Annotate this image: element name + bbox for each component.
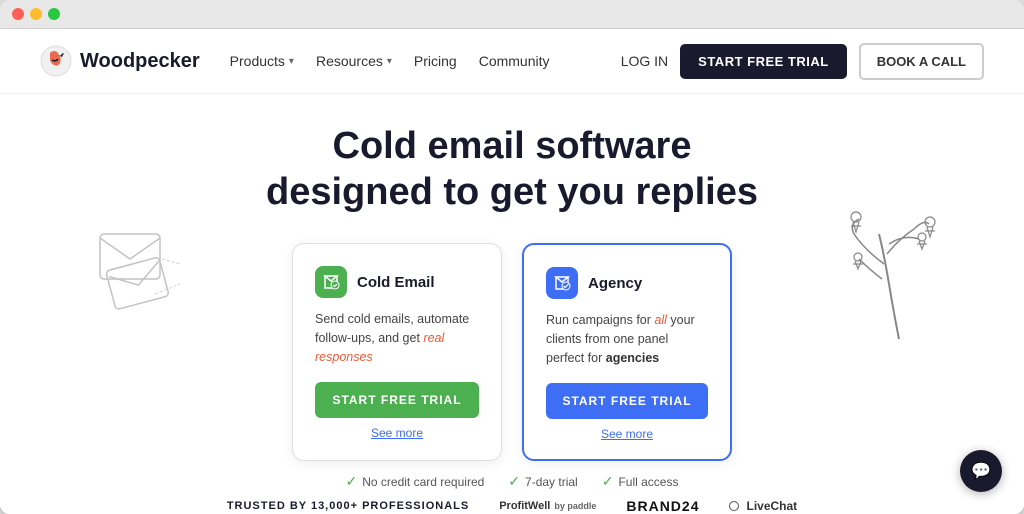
chat-bubble-button[interactable]: 💬 xyxy=(960,450,1002,492)
logo-icon xyxy=(40,45,72,77)
agency-card: Agency Run campaigns for all your client… xyxy=(522,243,732,461)
badge-full-access: ✓ Full access xyxy=(602,473,679,490)
agency-icon xyxy=(546,267,578,299)
chevron-down-icon: ▾ xyxy=(387,56,392,67)
trust-label: TRUSTED BY 13,000+ PROFESSIONALS xyxy=(227,500,469,512)
check-icon: ✓ xyxy=(508,473,520,490)
logo-link[interactable]: Woodpecker xyxy=(40,45,200,77)
maximize-button[interactable] xyxy=(48,8,60,20)
hero-title: Cold email software designed to get you … xyxy=(266,124,758,215)
nav-community[interactable]: Community xyxy=(479,53,550,69)
cold-email-trial-button[interactable]: START FREE TRIAL xyxy=(315,382,479,418)
browser-window: Woodpecker Products ▾ Resources ▾ Pricin… xyxy=(0,0,1024,514)
email-illustration xyxy=(80,214,200,314)
nav-products[interactable]: Products ▾ xyxy=(230,53,294,69)
nav-links: Products ▾ Resources ▾ Pricing Community xyxy=(230,53,621,69)
cold-email-description: Send cold emails, automate follow-ups, a… xyxy=(315,310,479,366)
browser-chrome xyxy=(0,0,1024,29)
nav-start-trial-button[interactable]: START FREE TRIAL xyxy=(680,44,847,79)
badge-no-cc: ✓ No credit card required xyxy=(346,473,485,490)
nav-actions: LOG IN START FREE TRIAL BOOK A CALL xyxy=(621,43,984,80)
cold-email-see-more[interactable]: See more xyxy=(315,426,479,440)
card-header: Agency xyxy=(546,267,708,299)
badge-trial: ✓ 7-day trial xyxy=(508,473,577,490)
minimize-button[interactable] xyxy=(30,8,42,20)
agency-title: Agency xyxy=(588,275,642,292)
cards-row: Cold Email Send cold emails, automate fo… xyxy=(292,243,732,461)
trust-row: TRUSTED BY 13,000+ PROFESSIONALS ProfitW… xyxy=(227,498,797,514)
cold-email-title: Cold Email xyxy=(357,274,435,291)
close-button[interactable] xyxy=(12,8,24,20)
badges-row: ✓ No credit card required ✓ 7-day trial … xyxy=(346,473,679,490)
nav-resources[interactable]: Resources ▾ xyxy=(316,53,392,69)
logo-text: Woodpecker xyxy=(80,50,200,73)
cold-email-card: Cold Email Send cold emails, automate fo… xyxy=(292,243,502,461)
agency-trial-button[interactable]: START FREE TRIAL xyxy=(546,383,708,419)
cold-email-icon xyxy=(315,266,347,298)
agency-see-more[interactable]: See more xyxy=(546,427,708,441)
card-header: Cold Email xyxy=(315,266,479,298)
page-content: Woodpecker Products ▾ Resources ▾ Pricin… xyxy=(0,29,1024,514)
check-icon: ✓ xyxy=(602,473,614,490)
login-button[interactable]: LOG IN xyxy=(621,53,668,69)
brand24-logo: BRAND24 xyxy=(626,498,699,514)
tree-illustration xyxy=(834,184,964,344)
livechat-logo: LiveChat xyxy=(729,499,797,513)
check-icon: ✓ xyxy=(346,473,358,490)
chevron-down-icon: ▾ xyxy=(289,56,294,67)
hero-section: Cold email software designed to get you … xyxy=(0,94,1024,514)
profitwell-logo: ProfitWell by paddle xyxy=(499,500,596,512)
agency-description: Run campaigns for all your clients from … xyxy=(546,311,708,367)
book-call-button[interactable]: BOOK A CALL xyxy=(859,43,984,80)
nav-pricing[interactable]: Pricing xyxy=(414,53,457,69)
navbar: Woodpecker Products ▾ Resources ▾ Pricin… xyxy=(0,29,1024,94)
